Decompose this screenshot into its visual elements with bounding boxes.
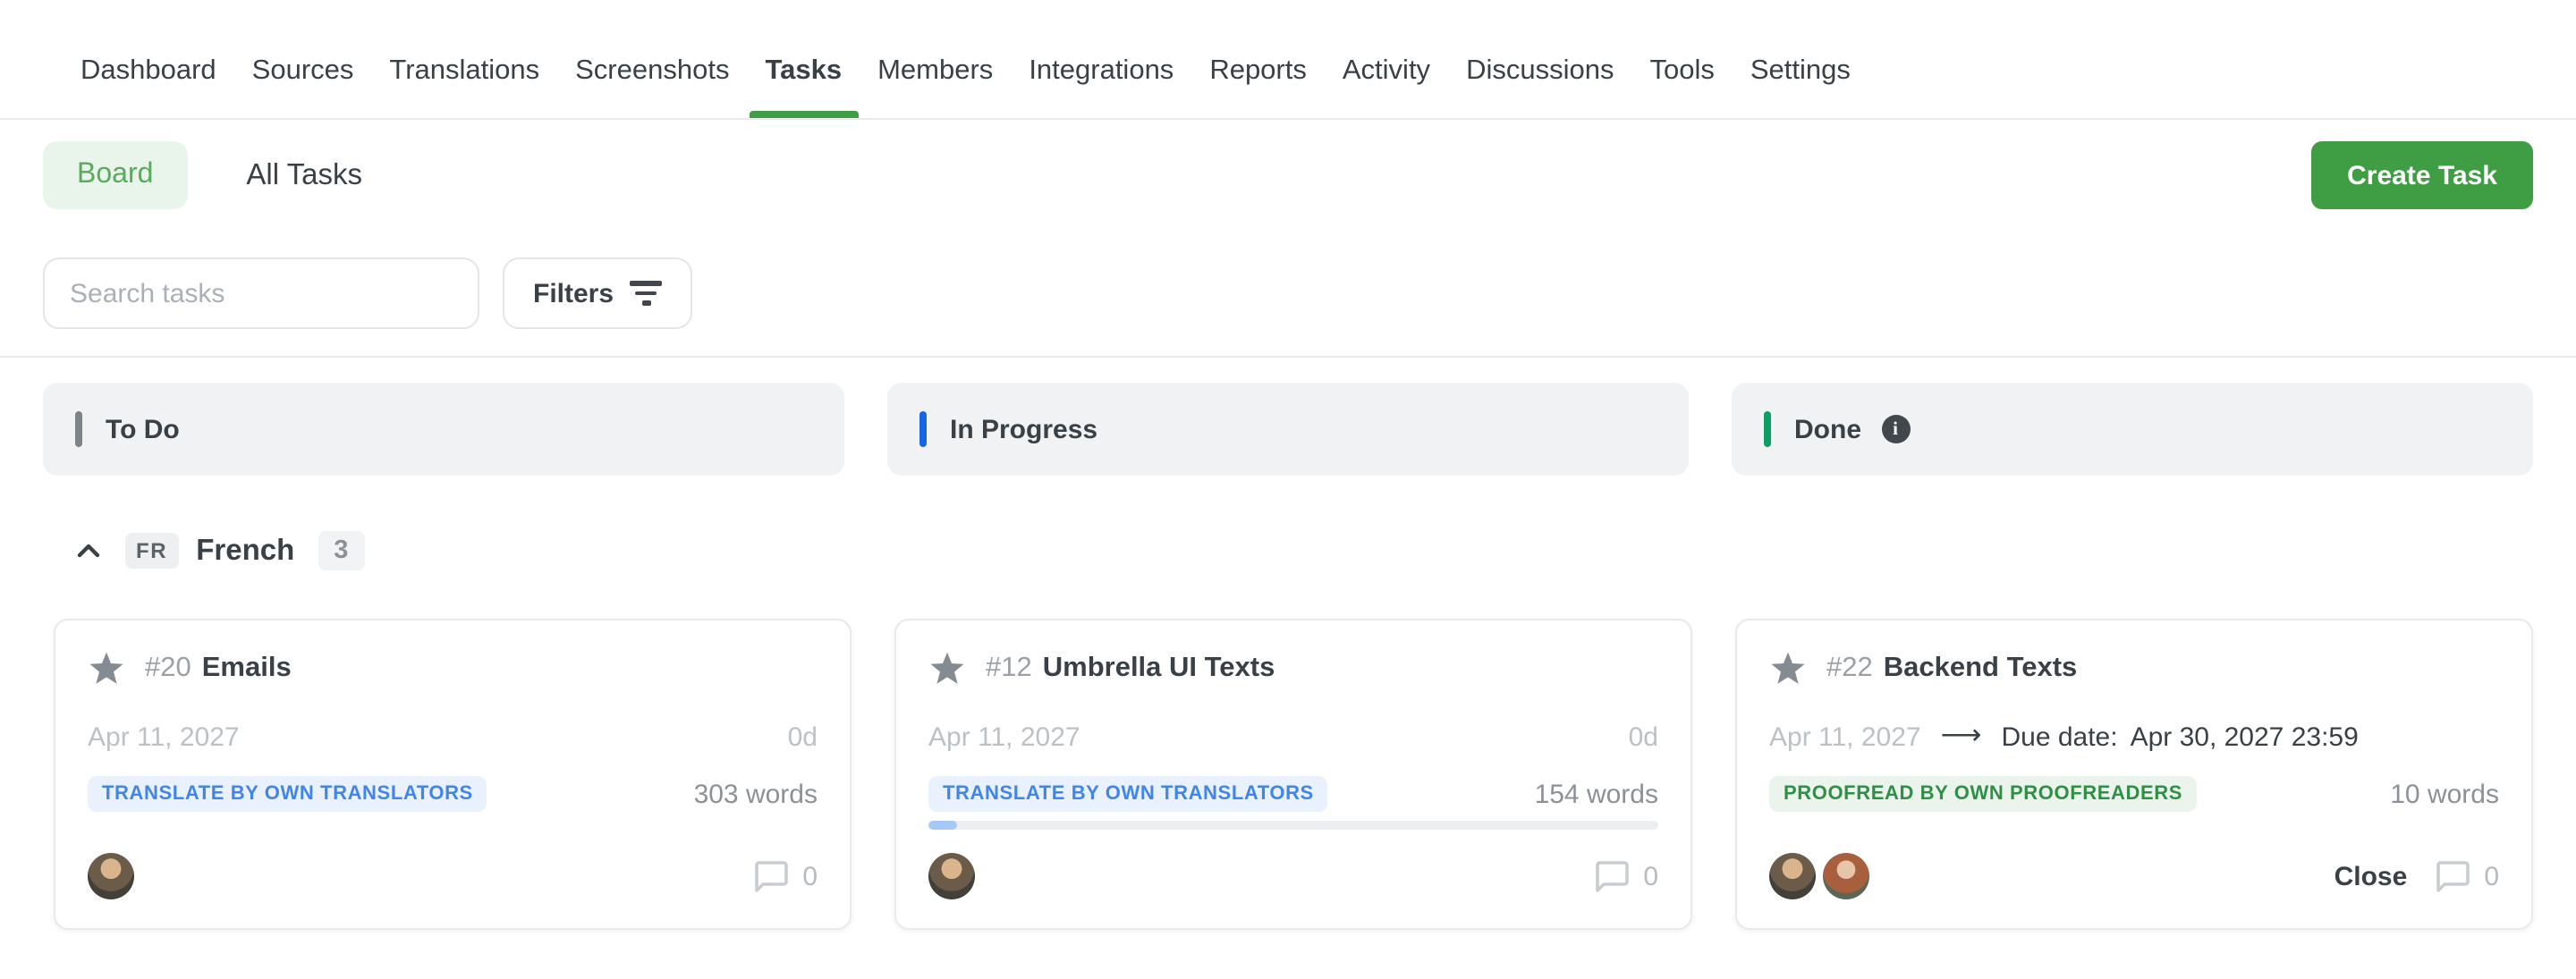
nav-item-reports[interactable]: Reports	[1191, 25, 1325, 118]
word-count: 10 words	[2390, 779, 2499, 809]
search-input[interactable]	[43, 257, 479, 329]
all-tasks-link[interactable]: All Tasks	[246, 158, 362, 192]
assignee-avatars	[928, 853, 975, 899]
task-id: #20	[145, 653, 191, 685]
nav-item-tasks[interactable]: Tasks	[747, 25, 860, 118]
word-count: 154 words	[1535, 779, 1658, 809]
nav-item-screenshots[interactable]: Screenshots	[557, 25, 747, 118]
in-progress-color-bar	[919, 411, 927, 447]
search-row: Filters	[43, 257, 2533, 329]
card-footer: 0	[88, 853, 818, 899]
card-date-row: Apr 11, 2027 0d	[928, 721, 1658, 753]
filter-icon	[630, 282, 662, 306]
nav-item-dashboard[interactable]: Dashboard	[63, 25, 234, 118]
language-code-badge: FR	[125, 533, 178, 569]
task-type-badge: TRANSLATE BY OWN TRANSLATORS	[928, 776, 1328, 812]
column-header-in-progress: In Progress	[887, 383, 1689, 476]
avatar	[1823, 853, 1869, 899]
task-date: Apr 11, 2027	[928, 722, 1080, 752]
nav-item-translations[interactable]: Translations	[371, 25, 557, 118]
due-date-value: Apr 30, 2027 23:59	[2131, 722, 2359, 752]
filters-button[interactable]: Filters	[503, 257, 692, 329]
avatar	[1769, 853, 1816, 899]
task-duration: 0d	[1629, 722, 1658, 752]
comments-button[interactable]: 0	[752, 859, 818, 893]
section-divider	[0, 356, 2576, 358]
nav-item-integrations[interactable]: Integrations	[1011, 25, 1191, 118]
arrow-right-icon: ⟶	[1941, 722, 1982, 751]
info-icon[interactable]: i	[1881, 415, 1910, 443]
nav-item-settings[interactable]: Settings	[1733, 25, 1868, 118]
nav-item-members[interactable]: Members	[860, 25, 1011, 118]
task-date: Apr 11, 2027	[1769, 722, 1921, 752]
task-title: Backend Texts	[1884, 653, 2078, 685]
comment-count: 0	[2484, 861, 2499, 891]
assignee-avatars	[1769, 853, 1869, 899]
nav-item-discussions[interactable]: Discussions	[1448, 25, 1631, 118]
task-id: #22	[1826, 653, 1873, 685]
task-id: #12	[986, 653, 1032, 685]
card-title-row: #22 Backend Texts	[1769, 649, 2499, 688]
language-group-row: FR French 3	[75, 520, 2533, 581]
card-badge-row: TRANSLATE BY OWN TRANSLATORS 154 words	[928, 776, 1658, 812]
star-icon[interactable]	[928, 651, 966, 687]
tasks-page: Dashboard Sources Translations Screensho…	[0, 0, 2576, 979]
comments-button[interactable]: 0	[2434, 859, 2499, 893]
task-date: Apr 11, 2027	[88, 722, 240, 752]
card-title-row: #12 Umbrella UI Texts	[928, 649, 1658, 688]
card-footer: 0	[928, 853, 1658, 899]
card-title-row: #20 Emails	[88, 649, 818, 688]
task-card-22[interactable]: #22 Backend Texts Apr 11, 2027 ⟶ Due dat…	[1735, 619, 2533, 930]
board-columns: To Do In Progress Done i	[43, 383, 2533, 476]
comment-count: 0	[1643, 861, 1658, 891]
filters-label: Filters	[533, 278, 614, 308]
column-label: Done	[1794, 414, 1861, 444]
language-name: French	[196, 534, 294, 568]
comments-button[interactable]: 0	[1593, 859, 1658, 893]
task-card-20[interactable]: #20 Emails Apr 11, 2027 0d TRANSLATE BY …	[54, 619, 852, 930]
nav-item-sources[interactable]: Sources	[234, 25, 372, 118]
task-count-badge: 3	[318, 531, 364, 570]
chevron-up-icon[interactable]	[75, 538, 102, 563]
comment-icon	[1593, 859, 1629, 893]
card-date-row: Apr 11, 2027 ⟶ Due date: Apr 30, 2027 23…	[1769, 721, 2499, 753]
task-cards-row: #20 Emails Apr 11, 2027 0d TRANSLATE BY …	[43, 619, 2533, 930]
task-type-badge: PROOFREAD BY OWN PROOFREADERS	[1769, 776, 2197, 812]
avatar	[928, 853, 975, 899]
task-type-badge: TRANSLATE BY OWN TRANSLATORS	[88, 776, 487, 812]
assignee-avatars	[88, 853, 134, 899]
create-task-button[interactable]: Create Task	[2311, 141, 2533, 209]
star-icon[interactable]	[88, 651, 125, 687]
comment-icon	[2434, 859, 2470, 893]
due-date-label: Due date:	[2001, 722, 2117, 752]
avatar	[88, 853, 134, 899]
view-toolbar: Board All Tasks Create Task	[43, 141, 2533, 209]
done-color-bar	[1764, 411, 1771, 447]
task-title: Emails	[202, 653, 292, 685]
close-task-button[interactable]: Close	[2334, 861, 2408, 891]
column-header-done: Done i	[1732, 383, 2533, 476]
card-badge-row: PROOFREAD BY OWN PROOFREADERS 10 words	[1769, 776, 2499, 812]
progress-fill	[928, 821, 958, 830]
column-label: To Do	[106, 414, 180, 444]
comment-icon	[752, 859, 788, 893]
todo-color-bar	[75, 411, 82, 447]
task-card-12[interactable]: #12 Umbrella UI Texts Apr 11, 2027 0d TR…	[894, 619, 1692, 930]
column-header-todo: To Do	[43, 383, 844, 476]
board-view-toggle[interactable]: Board	[43, 141, 187, 209]
nav-item-activity[interactable]: Activity	[1325, 25, 1448, 118]
top-nav: Dashboard Sources Translations Screensho…	[0, 0, 2576, 120]
card-footer: Close 0	[1769, 853, 2499, 899]
progress-bar	[928, 821, 1658, 830]
card-date-row: Apr 11, 2027 0d	[88, 721, 818, 753]
comment-count: 0	[802, 861, 818, 891]
task-title: Umbrella UI Texts	[1043, 653, 1275, 685]
card-badge-row: TRANSLATE BY OWN TRANSLATORS 303 words	[88, 776, 818, 812]
column-label: In Progress	[950, 414, 1097, 444]
nav-item-tools[interactable]: Tools	[1631, 25, 1732, 118]
star-icon[interactable]	[1769, 651, 1807, 687]
word-count: 303 words	[694, 779, 818, 809]
task-duration: 0d	[788, 722, 818, 752]
